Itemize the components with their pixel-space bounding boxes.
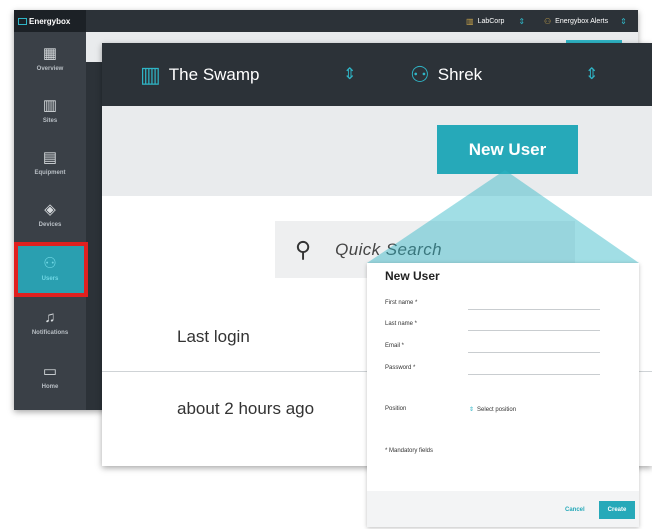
search-icon: ⚲ (295, 236, 312, 262)
chevron-updown-icon[interactable]: ⇕ (343, 43, 356, 106)
sidebar-item-label: Notifications (31, 329, 69, 336)
chevron-updown-icon: ⇕ (620, 16, 627, 26)
position-label: Position (385, 406, 407, 412)
sidebar-item-label: Devices (38, 221, 62, 228)
brand-logo: Energybox (14, 10, 86, 32)
user-icon: ⚇ (544, 16, 552, 26)
user-name: Shrek (437, 64, 483, 84)
users-highlight-box (14, 242, 88, 297)
chevron-updown-icon: ⇕ (518, 16, 526, 26)
brand-name: Energybox (29, 16, 71, 26)
field-underline[interactable] (468, 330, 600, 331)
mandatory-note: * Mandatory fields (385, 448, 434, 454)
sidebar-item-equipment[interactable]: ▤ Equipment (14, 136, 86, 188)
field-label: Last name * (385, 321, 418, 327)
chevron-updown-icon: ⇕ (469, 407, 475, 413)
cancel-button[interactable]: Cancel (565, 507, 585, 513)
field-underline[interactable] (468, 374, 600, 375)
building-icon: ▥ (140, 61, 161, 87)
site-name: The Swamp (168, 64, 260, 84)
top-bar: Energybox ▥ LabCorp ⇕ ⚇ Energybox Alerts… (14, 10, 638, 32)
email-field[interactable]: Email * (385, 339, 625, 359)
dialog-title: New User (385, 269, 440, 283)
position-placeholder: Select position (477, 406, 517, 413)
new-user-dialog: New User First name * Last name * Email … (367, 263, 639, 527)
devices-icon: ◈ (44, 200, 56, 218)
field-label: Password * (385, 365, 416, 371)
sidebar-item-overview[interactable]: ▦ Overview (14, 32, 86, 84)
org-switcher[interactable]: ▥ LabCorp ⇕ (466, 10, 525, 32)
sidebar-item-label: Overview (36, 65, 64, 72)
building-icon: ▥ (466, 16, 474, 26)
zoom-header: ▥ The Swamp ⇕ ⚇ Shrek ⇕ (102, 43, 652, 106)
last-name-field[interactable]: Last name * (385, 317, 625, 337)
new-user-button[interactable]: New User (437, 125, 578, 174)
field-underline[interactable] (468, 309, 600, 310)
password-field[interactable]: Password * (385, 361, 625, 381)
dialog-footer: Cancel Create (367, 491, 639, 527)
building-icon: ▥ (42, 96, 58, 114)
org-name: LabCorp (477, 17, 505, 25)
alerts-name: Energybox Alerts (555, 17, 609, 25)
sidebar: ▦ Overview ▥ Sites ▤ Equipment ◈ Devices… (14, 32, 86, 410)
first-name-field[interactable]: First name * (385, 296, 625, 316)
position-select[interactable]: ⇕ Select position (469, 406, 517, 414)
alerts-switcher[interactable]: ⚇ Energybox Alerts ⇕ (544, 10, 627, 32)
equipment-icon: ▤ (42, 148, 58, 166)
sidebar-item-devices[interactable]: ◈ Devices (14, 188, 86, 240)
create-button[interactable]: Create (599, 501, 635, 519)
site-selector[interactable]: ▥ The Swamp (140, 43, 260, 106)
grid-icon: ▦ (42, 44, 58, 62)
bell-icon: ♫ (44, 308, 56, 326)
field-underline[interactable] (468, 352, 600, 353)
sidebar-item-notifications[interactable]: ♫ Notifications (14, 296, 86, 348)
search-placeholder: Quick Search (335, 239, 442, 259)
user-selector[interactable]: ⚇ Shrek (410, 43, 482, 106)
position-row: Position ⇕ Select position (385, 406, 625, 418)
sidebar-item-label: Home (41, 383, 59, 390)
last-login-value: about 2 hours ago (177, 399, 315, 418)
sidebar-item-label: Equipment (34, 169, 66, 176)
logo-icon (18, 17, 27, 25)
monitor-icon: ▭ (42, 362, 58, 380)
sidebar-item-home[interactable]: ▭ Home (14, 350, 86, 402)
sidebar-item-sites[interactable]: ▥ Sites (14, 84, 86, 136)
field-label: First name * (385, 300, 418, 306)
last-login-header: Last login (177, 327, 250, 346)
sidebar-item-label: Sites (42, 117, 58, 124)
field-label: Email * (385, 343, 405, 349)
user-icon: ⚇ (410, 61, 430, 87)
chevron-updown-icon[interactable]: ⇕ (585, 43, 598, 106)
